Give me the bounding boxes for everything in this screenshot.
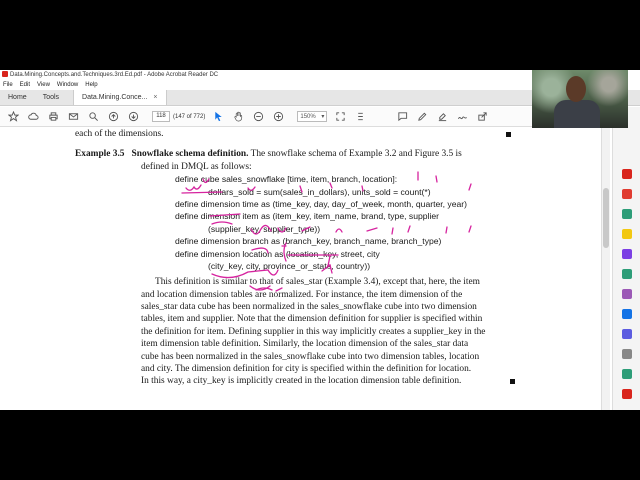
menu-help[interactable]: Help [85, 80, 97, 90]
para-line-3: sales_star data cube has been normalized… [141, 302, 477, 313]
fill-sign-icon[interactable] [622, 289, 632, 299]
example-title: Snowflake schema definition. [131, 149, 249, 160]
zoom-out-icon[interactable] [251, 110, 265, 124]
page-content: each of the dimensions. Example 3.5 Snow… [75, 128, 515, 388]
chevron-down-icon: ▾ [321, 114, 325, 120]
para-line-4: tables, item and supplier. Note that the… [141, 314, 483, 325]
hand-icon[interactable] [231, 110, 245, 124]
para-line-7: cube has been normalized in the sales_sn… [141, 351, 480, 362]
example-intro-line-2: defined in DMQL as follows: [75, 161, 515, 173]
window-title: Data.Mining.Concepts.and.Techniques.3rd.… [10, 72, 219, 78]
example-intro-2: defined in DMQL as follows: [141, 161, 252, 172]
mail-icon[interactable] [66, 110, 80, 124]
share-icon[interactable] [475, 110, 489, 124]
example-label: Example 3.5 [75, 149, 125, 160]
prev-line: each of the dimensions. [75, 129, 164, 139]
vertical-scrollbar[interactable] [601, 128, 610, 410]
zoom-value: 150% [300, 113, 316, 120]
end-of-proof-mark [506, 132, 511, 137]
webcam-overlay [532, 70, 628, 128]
search-icon[interactable] [86, 110, 100, 124]
tab-home[interactable]: Home [0, 90, 35, 105]
close-tab-icon[interactable]: × [153, 90, 157, 106]
print-icon[interactable] [46, 110, 60, 124]
combine-files-icon[interactable] [622, 249, 632, 259]
tab-document-label: Data.Mining.Conce... [82, 93, 148, 101]
code-line-4: define dimension item as (item_key, item… [175, 211, 439, 222]
zoom-select[interactable]: 150% ▾ [297, 111, 328, 122]
edit-pdf-icon[interactable] [622, 209, 632, 219]
code-line-7: define dimension location as (location_k… [175, 248, 380, 259]
export-pdf-icon[interactable] [622, 169, 632, 179]
para-line-5: the definition for item. Defining suppli… [141, 326, 486, 337]
menu-file[interactable]: File [3, 80, 13, 90]
menu-window[interactable]: Window [57, 80, 78, 90]
code-line-1: define cube sales_snowflake [time, item,… [175, 174, 398, 185]
highlight-icon[interactable] [435, 110, 449, 124]
code-line-2: dollars_sold = sum(sales_in_dollars), un… [208, 186, 431, 197]
create-pdf-icon[interactable] [622, 189, 632, 199]
para-line-6: item dimension table definition. Similar… [141, 339, 469, 350]
para-line-9: In this way, a city_key is implicitly cr… [75, 375, 515, 387]
para-line-9-text: In this way, a city_key is implicitly cr… [141, 376, 462, 387]
right-tools-pane [612, 107, 640, 410]
tab-tools[interactable]: Tools [35, 90, 67, 105]
code-line-6: define dimension branch as (branch_key, … [175, 236, 442, 247]
more-tools-icon[interactable] [622, 349, 632, 359]
print-production-icon[interactable] [622, 389, 632, 399]
example-intro-1: The snowflake schema of Example 3.2 and … [250, 149, 462, 160]
comment-tool-icon[interactable] [622, 229, 632, 239]
page-navigator: 118 (147 of 772) [152, 111, 205, 122]
page-count: (147 of 772) [173, 113, 206, 120]
scan-icon[interactable] [622, 369, 632, 379]
acrobat-app-icon [2, 71, 8, 78]
example-heading-line: Example 3.5 Snowflake schema definition.… [75, 148, 515, 160]
star-icon[interactable] [6, 110, 20, 124]
tab-document[interactable]: Data.Mining.Conce... × [73, 90, 167, 106]
para-line-1: This definition is similar to that of sa… [155, 277, 480, 288]
menu-view[interactable]: View [37, 80, 50, 90]
fit-icon[interactable] [333, 110, 347, 124]
protect-icon[interactable] [622, 329, 632, 339]
sign-icon[interactable] [455, 110, 469, 124]
scrollbar-thumb[interactable] [603, 188, 609, 248]
end-of-example-mark [510, 379, 515, 385]
previous-paragraph-end: each of the dimensions. [75, 128, 515, 140]
webcam-person-body [554, 100, 600, 128]
send-for-signature-icon[interactable] [622, 309, 632, 319]
scroll-icon[interactable] [353, 110, 367, 124]
menu-edit[interactable]: Edit [20, 80, 30, 90]
prev-page-icon[interactable] [106, 110, 120, 124]
pen-icon[interactable] [415, 110, 429, 124]
page-number-input[interactable]: 118 [152, 111, 170, 122]
organize-pages-icon[interactable] [622, 269, 632, 279]
code-line-5: (supplier_key, supplier_type)) [208, 223, 321, 234]
next-page-icon[interactable] [126, 110, 140, 124]
code-line-3: define dimension time as (time_key, day,… [175, 198, 468, 209]
document-viewport[interactable]: each of the dimensions. Example 3.5 Snow… [0, 128, 612, 410]
code-line-8: (city_key, city, province_or_state, coun… [208, 260, 371, 271]
zoom-in-icon[interactable] [271, 110, 285, 124]
webcam-person-head [566, 76, 586, 102]
para-line-2: and location dimension tables are normal… [141, 289, 463, 300]
upload-icon[interactable] [26, 110, 40, 124]
cursor-icon[interactable] [211, 110, 225, 124]
comment-icon[interactable] [395, 110, 409, 124]
para-line-8: and city. The dimension definition for c… [141, 364, 472, 375]
